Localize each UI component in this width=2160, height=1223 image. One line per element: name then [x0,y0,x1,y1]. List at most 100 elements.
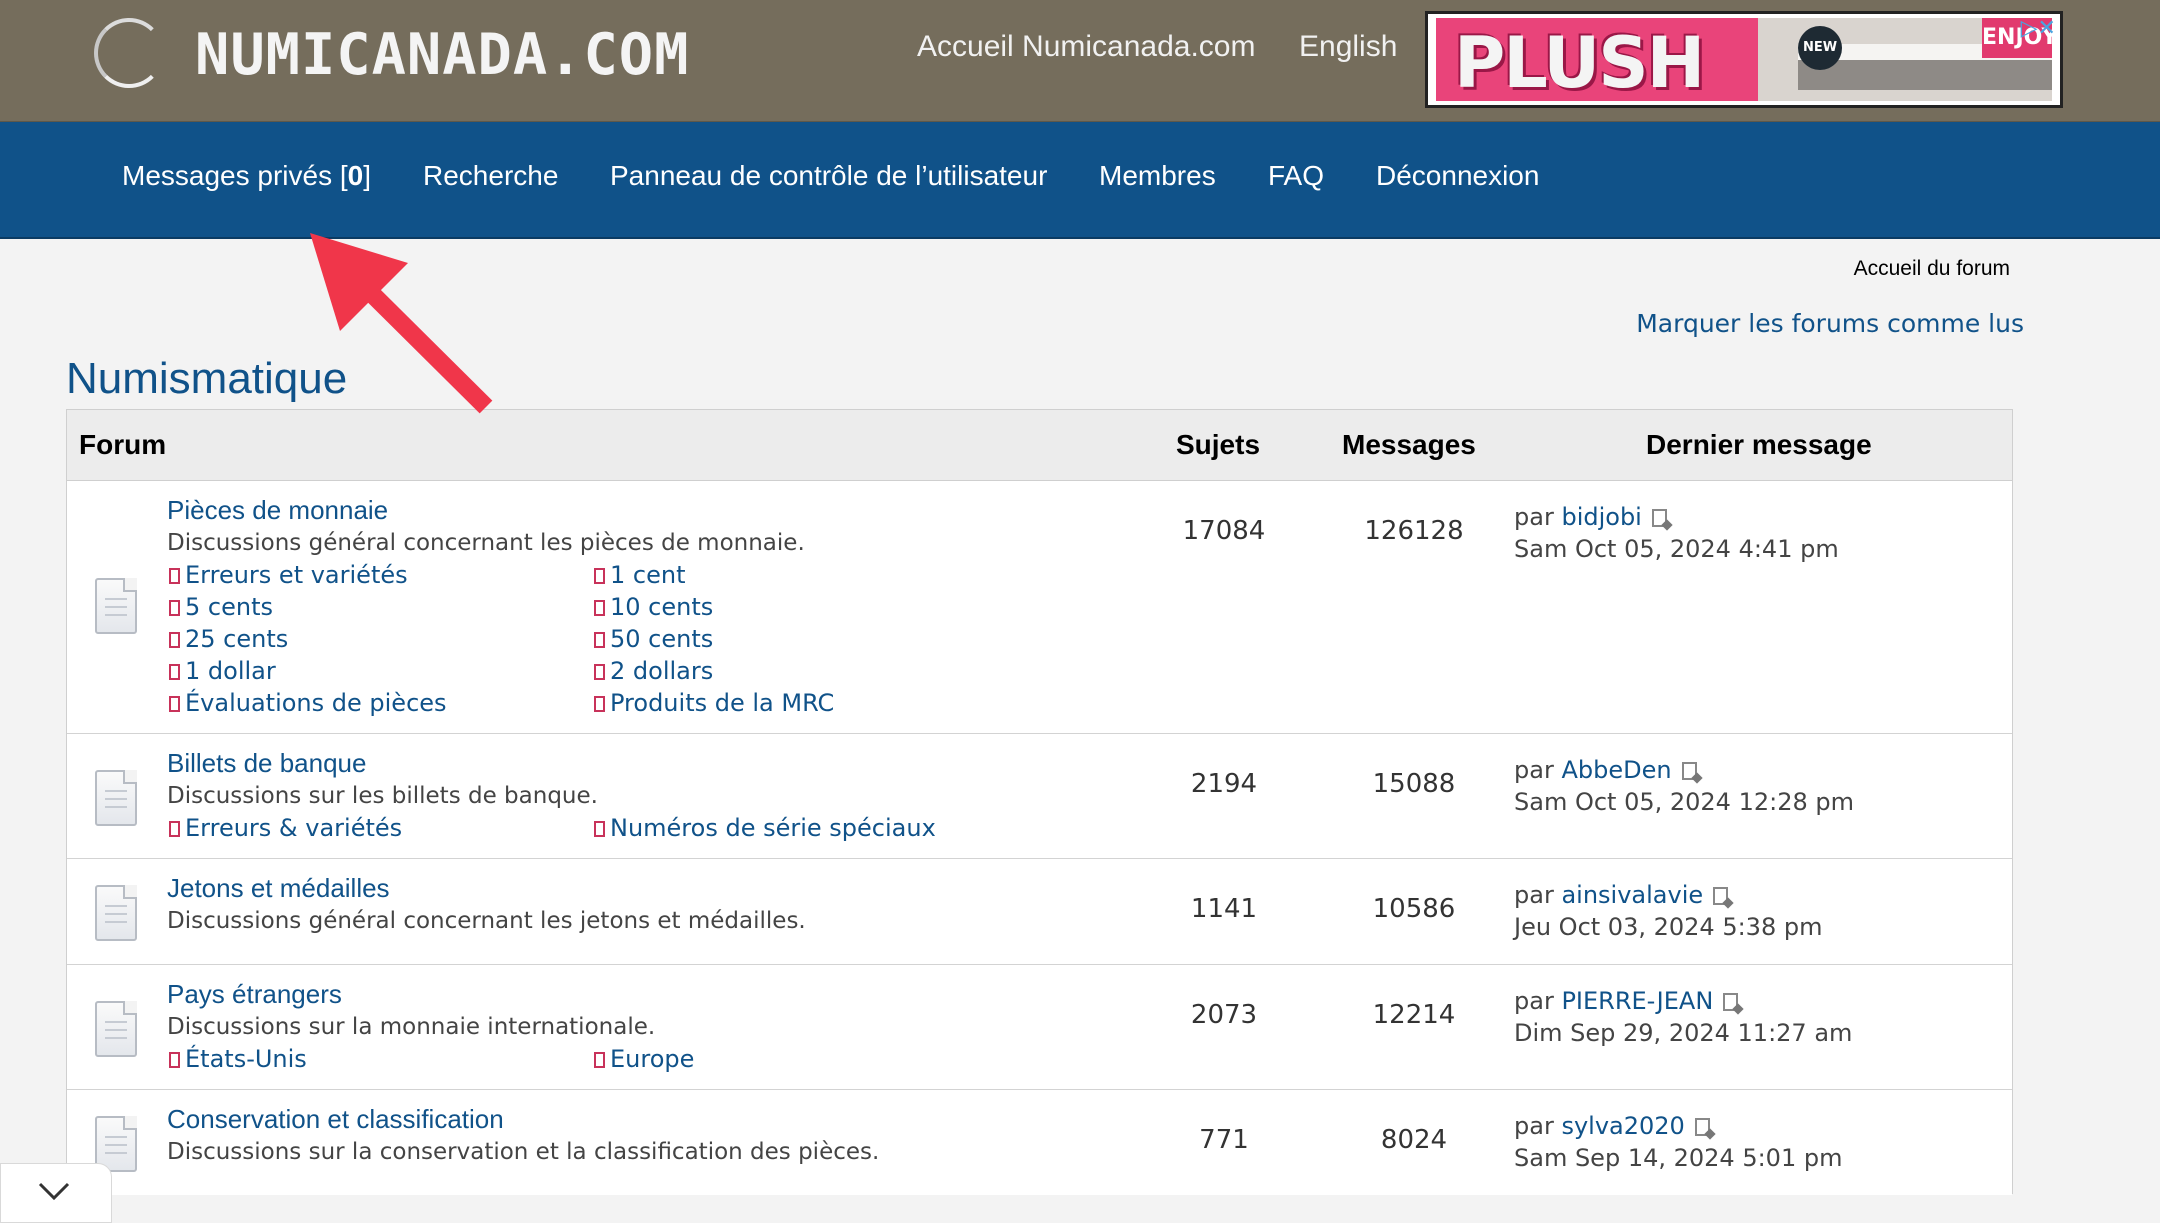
view-latest-post-icon[interactable] [1713,887,1729,905]
subforum-icon [594,1052,605,1068]
subforum-icon [594,568,605,584]
logo-ring-icon[interactable] [94,18,164,88]
topics-count: 771 [1199,1125,1249,1155]
chevron-down-icon [38,1182,70,1201]
advertisement-banner[interactable]: PLUSH NEW ENJOY ▷✕ [1425,11,2063,108]
subforum-icon [594,821,605,837]
header-forum: Forum [79,429,167,460]
subforum-icon [169,664,180,680]
user-link[interactable]: ainsivalavie [1561,881,1703,909]
last-post-author: par AbbeDen [1514,756,1697,784]
subforum-icon [169,1052,180,1068]
by-label: par [1514,881,1554,909]
last-post-date: Dim Sep 29, 2024 11:27 am [1514,1019,1853,1047]
subforum-label: Erreurs & variétés [185,814,403,842]
header-last-post: Dernier message [1646,429,1872,460]
subforum-link[interactable]: 1 cent [594,561,685,589]
forum-title[interactable]: Pays étrangers [167,979,342,1010]
subforum-label: 1 dollar [185,657,276,685]
user-link[interactable]: PIERRE-JEAN [1561,987,1713,1015]
posts-count: 126128 [1364,516,1464,546]
view-latest-post-icon[interactable] [1723,993,1739,1011]
subforum-icon [169,568,180,584]
breadcrumb[interactable]: Accueil du forum [1854,257,2010,281]
last-post-author: par PIERRE-JEAN [1514,987,1739,1015]
nav-user-control-panel[interactable]: Panneau de contrôle de l’utilisateur [610,160,1047,192]
view-latest-post-icon[interactable] [1694,1118,1710,1136]
subforum-link[interactable]: 1 dollar [169,657,276,685]
nav-logout[interactable]: Déconnexion [1376,160,1539,192]
user-link[interactable]: AbbeDen [1561,756,1671,784]
subforum-label: 1 cent [610,561,686,589]
ad-new-badge: NEW [1798,26,1842,70]
subforum-link[interactable]: 5 cents [169,593,273,621]
collapse-toggle[interactable] [0,1163,112,1223]
last-post-author: par bidjobi [1514,503,1667,531]
table-row: Billets de banque Discussions sur les bi… [67,734,2012,859]
view-latest-post-icon[interactable] [1681,762,1697,780]
subforum-icon [169,696,180,712]
subforum-link[interactable]: Évaluations de pièces [169,689,447,717]
forum-title[interactable]: Pièces de monnaie [167,495,388,526]
user-link[interactable]: bidjobi [1561,503,1641,531]
english-link[interactable]: English [1299,30,1397,64]
subforum-icon [169,600,180,616]
subforum-label: 50 cents [610,625,714,653]
subforum-link[interactable]: Erreurs & variétés [169,814,402,842]
last-post-date: Sam Oct 05, 2024 12:28 pm [1514,788,1854,816]
subforum-link[interactable]: Europe [594,1045,694,1073]
forum-title[interactable]: Conservation et classification [167,1104,504,1135]
last-post-author: par ainsivalavie [1514,881,1729,909]
ad-choices-icon[interactable]: ▷✕ [2021,16,2056,41]
nav-private-messages[interactable]: Messages privés [0] [122,160,371,192]
forum-title[interactable]: Jetons et médailles [167,873,390,904]
posts-count: 12214 [1372,1000,1456,1030]
subforum-icon [594,632,605,648]
subforum-label: Erreurs et variétés [185,561,408,589]
home-link[interactable]: Accueil Numicanada.com [917,30,1255,64]
subforum-icon [594,664,605,680]
subforum-label: 10 cents [610,593,714,621]
last-post-date: Jeu Oct 03, 2024 5:38 pm [1514,913,1823,941]
subforum-icon [169,632,180,648]
subforum-link[interactable]: 50 cents [594,625,713,653]
subforum-label: 25 cents [185,625,289,653]
site-logo[interactable]: NUMICANADA.COM [195,22,689,88]
subforum-label: Produits de la MRC [610,689,835,717]
posts-count: 10586 [1372,894,1456,924]
table-row: Jetons et médailles Discussions général … [67,859,2012,965]
nav-members[interactable]: Membres [1099,160,1216,192]
subforum-link[interactable]: États-Unis [169,1045,307,1073]
topics-count: 2194 [1190,769,1258,799]
site-header: NUMICANADA.COM Accueil Numicanada.com En… [0,0,2160,122]
subforum-link[interactable]: 10 cents [594,593,713,621]
nav-faq[interactable]: FAQ [1268,160,1324,192]
subforum-link[interactable]: 25 cents [169,625,288,653]
by-label: par [1514,1112,1554,1140]
forum-description: Discussions sur la conservation et la cl… [167,1139,880,1165]
subforum-link[interactable]: Erreurs et variétés [169,561,408,589]
subforum-label: 2 dollars [610,657,714,685]
mark-forums-read-link[interactable]: Marquer les forums comme lus [1636,309,2024,338]
last-post-author: par sylva2020 [1514,1112,1710,1140]
topics-count: 2073 [1190,1000,1258,1030]
user-link[interactable]: sylva2020 [1561,1112,1684,1140]
header-topics: Sujets [1176,429,1261,460]
nav-search[interactable]: Recherche [423,160,558,192]
subforum-link[interactable]: Produits de la MRC [594,689,834,717]
by-label: par [1514,503,1554,531]
ad-product-image: NEW ENJOY [1758,18,2052,101]
subforum-link[interactable]: 2 dollars [594,657,713,685]
nav-private-messages-suffix: ] [363,160,371,191]
subforum-label: Numéros de série spéciaux [610,814,936,842]
view-latest-post-icon[interactable] [1651,509,1667,527]
posts-count: 8024 [1380,1125,1448,1155]
forum-read-icon [95,885,137,941]
by-label: par [1514,987,1554,1015]
forum-description: Discussions général concernant les pièce… [167,530,805,556]
subforum-icon [169,821,180,837]
subforum-link[interactable]: Numéros de série spéciaux [594,814,936,842]
subforum-label: 5 cents [185,593,273,621]
forum-title[interactable]: Billets de banque [167,748,366,779]
subforum-label: Évaluations de pièces [185,689,447,717]
